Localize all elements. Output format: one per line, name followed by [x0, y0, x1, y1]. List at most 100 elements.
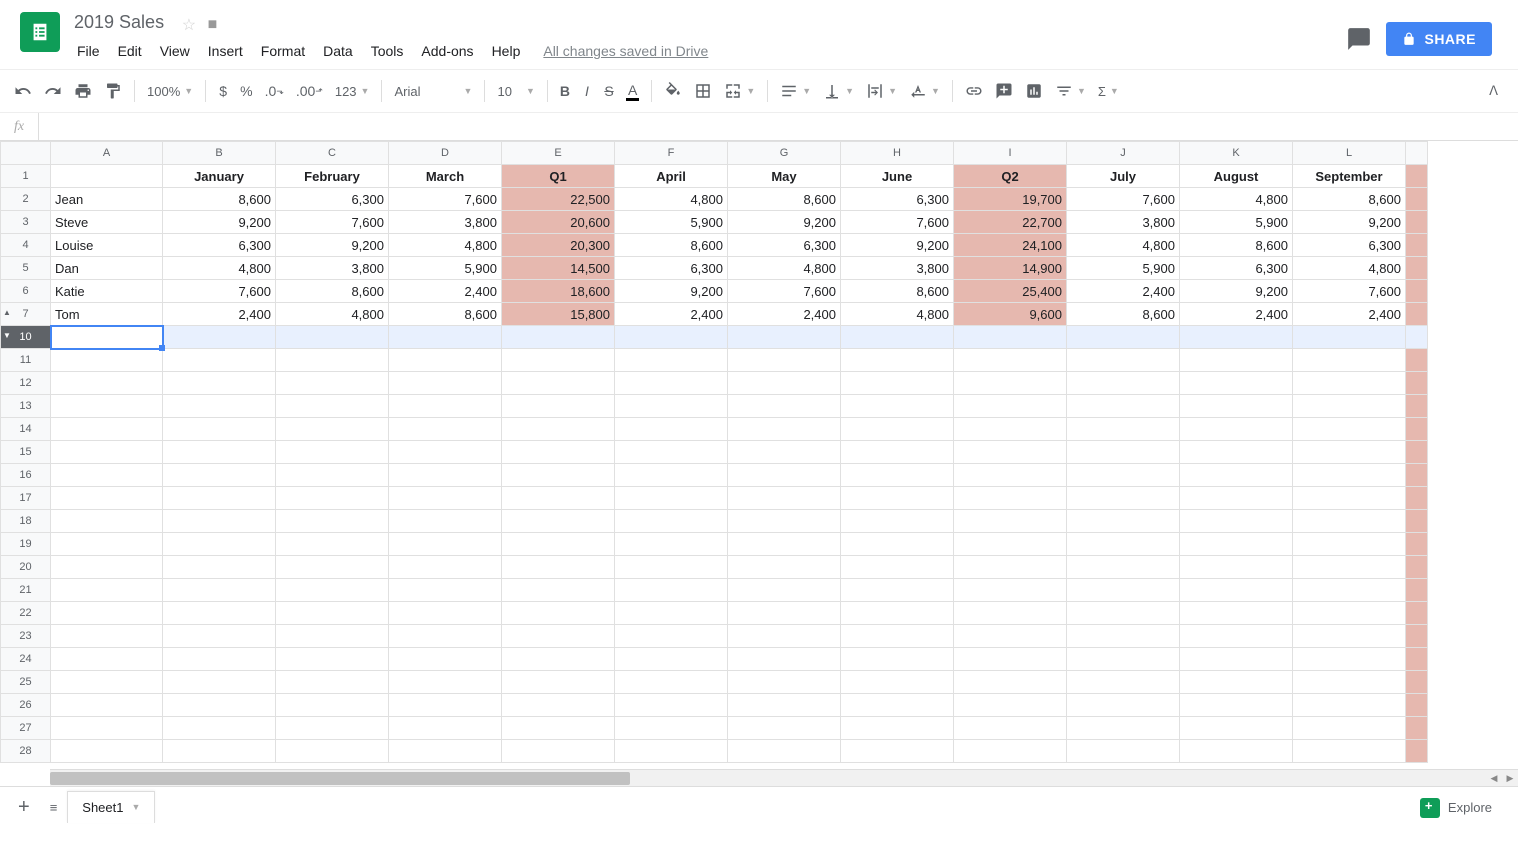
- cell-L27[interactable]: [1293, 717, 1406, 740]
- cell-C28[interactable]: [276, 740, 389, 763]
- cell-K17[interactable]: [1180, 487, 1293, 510]
- cell-I3[interactable]: 22,700: [954, 211, 1067, 234]
- cell-C23[interactable]: [276, 625, 389, 648]
- share-button[interactable]: SHARE: [1386, 22, 1492, 56]
- cell-I13[interactable]: [954, 395, 1067, 418]
- cell-G26[interactable]: [728, 694, 841, 717]
- cell-K19[interactable]: [1180, 533, 1293, 556]
- cell-H5[interactable]: 3,800: [841, 257, 954, 280]
- col-header-B[interactable]: B: [163, 142, 276, 165]
- cell-A4[interactable]: Louise: [51, 234, 163, 257]
- insert-comment-button[interactable]: [989, 76, 1019, 106]
- cell-K4[interactable]: 8,600: [1180, 234, 1293, 257]
- cell-C13[interactable]: [276, 395, 389, 418]
- cell-L23[interactable]: [1293, 625, 1406, 648]
- cell-G4[interactable]: 6,300: [728, 234, 841, 257]
- cell-F5[interactable]: 6,300: [615, 257, 728, 280]
- cell-K18[interactable]: [1180, 510, 1293, 533]
- cell-G23[interactable]: [728, 625, 841, 648]
- cell-H6[interactable]: 8,600: [841, 280, 954, 303]
- cell-I23[interactable]: [954, 625, 1067, 648]
- cell-H13[interactable]: [841, 395, 954, 418]
- cell-K5[interactable]: 6,300: [1180, 257, 1293, 280]
- cell-G21[interactable]: [728, 579, 841, 602]
- sheet-tab-caret-icon[interactable]: ▼: [131, 802, 140, 812]
- cell-G10[interactable]: [728, 326, 841, 349]
- row-header-28[interactable]: 28: [1, 740, 51, 763]
- cell-C1[interactable]: February: [276, 165, 389, 188]
- cell-J3[interactable]: 3,800: [1067, 211, 1180, 234]
- text-color-button[interactable]: A: [620, 76, 645, 107]
- row-header-18[interactable]: 18: [1, 510, 51, 533]
- row-header-2[interactable]: 2: [1, 188, 51, 211]
- cell-F28[interactable]: [615, 740, 728, 763]
- row-header-23[interactable]: 23: [1, 625, 51, 648]
- cell-F2[interactable]: 4,800: [615, 188, 728, 211]
- cell-C5[interactable]: 3,800: [276, 257, 389, 280]
- cell-D1[interactable]: March: [389, 165, 502, 188]
- cell-E11[interactable]: [502, 349, 615, 372]
- cell-F6[interactable]: 9,200: [615, 280, 728, 303]
- menu-tools[interactable]: Tools: [362, 37, 413, 65]
- cell-L21[interactable]: [1293, 579, 1406, 602]
- cell-F17[interactable]: [615, 487, 728, 510]
- cell-D24[interactable]: [389, 648, 502, 671]
- cell-K22[interactable]: [1180, 602, 1293, 625]
- cell-J5[interactable]: 5,900: [1067, 257, 1180, 280]
- spreadsheet-grid[interactable]: ABCDEFGHIJKL1JanuaryFebruaryMarchQ1April…: [0, 141, 1518, 786]
- cell-C22[interactable]: [276, 602, 389, 625]
- cell-K24[interactable]: [1180, 648, 1293, 671]
- strikethrough-button[interactable]: S: [598, 77, 620, 105]
- cell-B17[interactable]: [163, 487, 276, 510]
- cell-G27[interactable]: [728, 717, 841, 740]
- menu-view[interactable]: View: [151, 37, 199, 65]
- cell-B6[interactable]: 7,600: [163, 280, 276, 303]
- cell-L3[interactable]: 9,200: [1293, 211, 1406, 234]
- cell-B11[interactable]: [163, 349, 276, 372]
- cell-I10[interactable]: [954, 326, 1067, 349]
- menu-file[interactable]: File: [68, 37, 109, 65]
- cell-H28[interactable]: [841, 740, 954, 763]
- cell-K21[interactable]: [1180, 579, 1293, 602]
- cell-B27[interactable]: [163, 717, 276, 740]
- col-header-G[interactable]: G: [728, 142, 841, 165]
- h-align-button[interactable]: ▼: [774, 78, 817, 104]
- cell-K1[interactable]: August: [1180, 165, 1293, 188]
- cell-G22[interactable]: [728, 602, 841, 625]
- font-dropdown[interactable]: Arial▼: [388, 80, 478, 103]
- cell-L26[interactable]: [1293, 694, 1406, 717]
- cell-B20[interactable]: [163, 556, 276, 579]
- cell-C10[interactable]: [276, 326, 389, 349]
- cell-E13[interactable]: [502, 395, 615, 418]
- cell-G6[interactable]: 7,600: [728, 280, 841, 303]
- cell-A17[interactable]: [51, 487, 163, 510]
- cell-A14[interactable]: [51, 418, 163, 441]
- scrollbar-thumb[interactable]: [50, 772, 630, 785]
- cell-F12[interactable]: [615, 372, 728, 395]
- italic-button[interactable]: I: [576, 77, 598, 105]
- cell-E18[interactable]: [502, 510, 615, 533]
- menu-add-ons[interactable]: Add-ons: [412, 37, 482, 65]
- cell-A13[interactable]: [51, 395, 163, 418]
- cell-D3[interactable]: 3,800: [389, 211, 502, 234]
- cell-J2[interactable]: 7,600: [1067, 188, 1180, 211]
- cell-H18[interactable]: [841, 510, 954, 533]
- cell-F11[interactable]: [615, 349, 728, 372]
- horizontal-scrollbar[interactable]: ◀ ▶: [50, 769, 1518, 786]
- document-title[interactable]: 2019 Sales: [68, 8, 170, 35]
- cell-G5[interactable]: 4,800: [728, 257, 841, 280]
- cell-K12[interactable]: [1180, 372, 1293, 395]
- cell-L16[interactable]: [1293, 464, 1406, 487]
- cell-B13[interactable]: [163, 395, 276, 418]
- cell-I14[interactable]: [954, 418, 1067, 441]
- cell-A6[interactable]: Katie: [51, 280, 163, 303]
- fx-icon[interactable]: fx: [0, 119, 38, 135]
- row-header-1[interactable]: 1: [1, 165, 51, 188]
- cell-B25[interactable]: [163, 671, 276, 694]
- cell-C7[interactable]: 4,800: [276, 303, 389, 326]
- cell-D5[interactable]: 5,900: [389, 257, 502, 280]
- cell-A5[interactable]: Dan: [51, 257, 163, 280]
- cell-C24[interactable]: [276, 648, 389, 671]
- cell-E12[interactable]: [502, 372, 615, 395]
- row-header-16[interactable]: 16: [1, 464, 51, 487]
